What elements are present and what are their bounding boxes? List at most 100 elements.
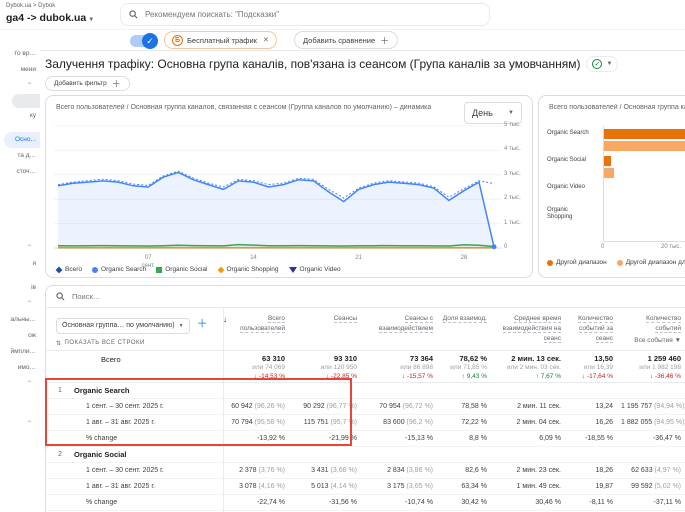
sidebar-item[interactable]: то вр… (0, 46, 40, 62)
cell-percent: (3,76 %) (256, 467, 285, 474)
table-row[interactable]: % change -22,74 % -31,56 % -10,74 % 30,42 % 3… (46, 495, 685, 511)
legend-label: Organic Shopping (226, 266, 279, 273)
table-row[interactable]: 1 авг. – 31 авг. 2025 г. 3 078 (4,16 %) 5 … (46, 479, 685, 495)
column-title: Количество событий за сеанс (578, 315, 613, 343)
cell-value: 70 794 (231, 419, 253, 426)
column-header[interactable]: Количество событий Все события ▼ (621, 308, 685, 350)
chevron-up-icon[interactable]: ⌃ (0, 376, 40, 392)
column-title: Сеансы (333, 315, 357, 323)
add-filter-button[interactable]: Добавить фильтр ＋ (45, 76, 130, 91)
line-chart-title: Всего пользователей / Основная группа ка… (56, 104, 432, 111)
table-cell: 72,22 % (461, 419, 487, 426)
page-title: Залучення трафіку: Основна група каналів… (45, 57, 581, 71)
plus-icon: ＋ (380, 35, 390, 46)
chevron-up-icon[interactable]: ⌃ (0, 296, 40, 312)
cell-percent: (94,95 %) (652, 419, 685, 426)
y-axis-label: 4 тыс. (504, 146, 521, 153)
column-header[interactable]: Сеансы с взаимодействием (365, 308, 441, 350)
sidebar-item[interactable]: ку (0, 108, 40, 124)
row-label: 1 авг. – 31 авг. 2025 г. (86, 419, 155, 426)
totals-compare: или 71,85 % (450, 364, 487, 372)
dimension-dropdown[interactable]: Основная группа… по умолчанию) ▼ (56, 317, 190, 334)
show-all-rows-button[interactable]: ⇅ ПОКАЗАТЬ ВСЕ СТРОКИ (56, 340, 223, 347)
chevron-up-icon[interactable]: ⌃ (0, 240, 40, 256)
report-status-button[interactable]: ✓ ▼ (586, 56, 619, 72)
column-header[interactable]: Среднее время взаимодействия на сеанс (495, 308, 569, 350)
table-row[interactable]: 1 сент. – 30 сент. 2025 г. 60 942 (96,26 … (46, 399, 685, 415)
cell-percent: (4,16 %) (256, 483, 285, 490)
data-table-card: Основная группа… по умолчанию)▼ ＋ ⇅ПОКАЗ… (45, 285, 685, 512)
totals-compare: или 120 950 (320, 364, 357, 372)
table-row[interactable]: 1 авг. – 31 авг. 2025 г. 70 794 (95,58 %)… (46, 415, 685, 431)
sidebar-item-selected[interactable]: Осно… (4, 132, 40, 148)
table-cell: 16,26 (595, 419, 613, 426)
table-cell: 82,6 % (465, 467, 487, 474)
sidebar-item[interactable]: ів (0, 280, 40, 296)
cell-value: 3 175 (387, 483, 405, 490)
table-row[interactable]: % change -13,92 % -21,99 % -15,13 % 8,8 % 6,0… (46, 431, 685, 447)
ga4-traffic-acquisition-page: Dybok.ua > Dybok ga4 -> dubok.ua▼ то вр…… (0, 0, 685, 512)
sidebar-item-pill[interactable] (12, 94, 40, 108)
legend-item: Organic Shopping (217, 266, 279, 273)
column-header[interactable]: Доля взаимод. (441, 308, 495, 350)
totals-value: 2 мин. 13 сек. (511, 354, 561, 363)
table-cell: 62 633 (4,97 %) (621, 467, 685, 474)
column-title: Количество событий (646, 315, 681, 333)
table-group-row[interactable]: 2 Organic Social (46, 447, 685, 463)
totals-cell: 78,62 % или 71,85 % ↑ 9,43 % (441, 351, 495, 382)
bar-y-axis (603, 126, 604, 241)
triangle-icon (288, 266, 297, 273)
column-header[interactable]: ↓ Всего пользователей (223, 308, 293, 350)
comparison-chip[interactable]: Б Бесплатный трафик ✕ (164, 31, 277, 49)
totals-cell: 93 310 или 120 950 ↓ -22,85 % (293, 351, 365, 382)
table-cell: -13,92 % (256, 435, 285, 442)
cell-percent: (3,65 %) (404, 483, 433, 490)
totals-value: 1 259 460 (647, 354, 681, 363)
chevron-up-icon[interactable]: ⌃ (0, 78, 40, 94)
global-search-input[interactable] (145, 10, 481, 19)
comparison-toggle[interactable]: ✓ (130, 33, 158, 49)
search-icon (129, 10, 138, 19)
column-title: Всего пользователей (240, 315, 285, 333)
sidebar-item[interactable]: мени (0, 62, 40, 78)
table-search[interactable] (46, 286, 685, 308)
column-header[interactable]: Количество событий за сеанс (569, 308, 621, 350)
sidebar-item[interactable]: та д… (0, 148, 40, 164)
table-group-row[interactable]: 1 Organic Search (46, 383, 685, 399)
search-icon (56, 292, 65, 301)
sidebar-item[interactable]: я (0, 256, 40, 272)
bar-category-label: Organic Search (547, 130, 589, 136)
sidebar-item[interactable]: альны… (0, 312, 40, 328)
table-row[interactable]: 1 сент. – 30 сент. 2025 г. 2 378 (3,76 %)… (46, 463, 685, 479)
table-cell: 2 мин. 23 сек. (516, 467, 561, 474)
cell-value: 70 954 (379, 403, 401, 410)
x-axis-label: 14 (250, 255, 257, 261)
add-dimension-button[interactable]: ＋ (197, 318, 208, 330)
table-cell: 1 195 757 (94,94 %) (621, 403, 685, 410)
table-cell: 30,46 % (535, 499, 561, 506)
totals-compare: или 2 мин. 03 сек. (506, 364, 561, 372)
chevron-up-icon[interactable]: ⌃ (0, 416, 40, 432)
report-nav-sidebar: то вр… мени ⌃ ку Осно… та д… сточ… ⌃ я ів ⌃ альны… о… (0, 30, 40, 512)
legend-item: Другой диапазон (547, 259, 607, 266)
chevron-down-icon: ▼ (606, 61, 613, 67)
table-search-input[interactable] (72, 292, 372, 301)
totals-compare: или 86 898 (400, 364, 433, 372)
add-comparison-button[interactable]: Добавить сравнение ＋ (294, 31, 399, 49)
channel-name: Organic Search (74, 386, 130, 395)
sidebar-item[interactable]: ож (0, 328, 40, 344)
table-cell: -8,11 % (589, 499, 613, 506)
table-cell: 2 мин. 04 сек. (516, 419, 561, 426)
events-filter-dropdown[interactable]: Все события ▼ (621, 336, 681, 346)
square-icon (156, 266, 163, 273)
close-icon[interactable]: ✕ (263, 36, 269, 44)
table-cell: 30,42 % (461, 499, 487, 506)
sidebar-item[interactable]: ймпли… (0, 344, 40, 360)
sidebar-item[interactable]: имо… (0, 360, 40, 376)
property-selector[interactable]: ga4 -> dubok.ua ▼ (6, 12, 94, 24)
column-header[interactable]: Сеансы (293, 308, 365, 350)
sidebar-item[interactable]: сточ… (0, 164, 40, 180)
table-cell: 19,87 (595, 483, 613, 490)
circle-icon (616, 259, 623, 266)
global-search[interactable] (120, 3, 490, 26)
